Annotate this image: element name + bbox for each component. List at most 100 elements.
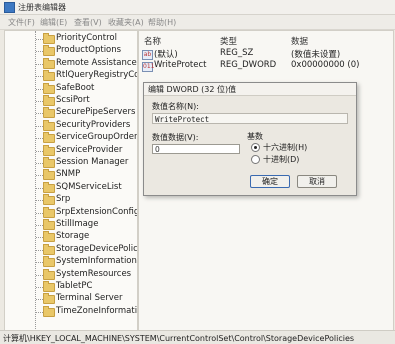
folder-icon <box>43 119 55 131</box>
tree-connector <box>36 113 43 115</box>
tree-item[interactable]: SystemInformation <box>5 256 137 268</box>
tree-connector <box>36 249 43 251</box>
folder-icon <box>43 231 55 243</box>
tree-item[interactable]: SecurityProviders <box>5 119 137 132</box>
tree-item-label: SafeBoot <box>56 82 95 93</box>
menu-favorites[interactable]: 收藏夹(A) <box>106 17 146 28</box>
menu-bar: 文件(F) 编辑(E) 查看(V) 收藏夹(A) 帮助(H) <box>0 15 395 30</box>
folder-icon <box>43 268 55 280</box>
menu-file[interactable]: 文件(F) <box>6 17 37 28</box>
dec-label[interactable]: 十进制(D) <box>263 154 299 165</box>
tree-item-label: SQMServiceList <box>56 181 122 192</box>
tree-item-label: Storage <box>56 231 90 242</box>
hex-label[interactable]: 十六进制(H) <box>263 142 307 153</box>
tree-item[interactable]: Session Manager <box>5 157 137 169</box>
folder-icon <box>43 95 55 106</box>
cancel-button[interactable]: 取消 <box>297 175 337 188</box>
tree-item-label: Terminal Server <box>56 293 123 304</box>
tree-item[interactable]: Terminal Server <box>5 293 137 305</box>
tree-item[interactable]: StorageDevicePolicie <box>5 243 138 256</box>
tree-item[interactable]: ScsiPort <box>5 95 137 107</box>
menu-help[interactable]: 帮助(H) <box>146 17 178 28</box>
tree-item[interactable]: SNMP <box>5 169 137 181</box>
tree-connector <box>36 287 43 288</box>
tree-item-label: ScsiPort <box>56 95 90 105</box>
dialog-titlebar: 编辑 DWORD (32 位)值 <box>144 83 356 96</box>
tree-item-label: SrpExtensionConfig <box>56 206 138 217</box>
dword-value-icon: 011 <box>142 62 155 72</box>
registry-path: 计算机\HKEY_LOCAL_MACHINE\SYSTEM\CurrentCon… <box>3 334 355 343</box>
tree-connector <box>36 187 43 189</box>
value-data: 0x00000000 (0) <box>291 60 360 70</box>
tree-item-label: StorageDevicePolicie <box>56 243 138 254</box>
window-titlebar: 注册表编辑器 <box>0 0 395 15</box>
hex-radio[interactable] <box>251 143 260 152</box>
column-header-type[interactable]: 类型 <box>220 35 237 47</box>
folder-icon <box>43 219 55 230</box>
value-type: REG_DWORD <box>220 60 277 70</box>
tree-connector <box>36 150 43 152</box>
value-row[interactable]: 011 WriteProtect REG_DWORD 0x00000000 (0… <box>139 60 393 72</box>
folder-icon <box>43 132 55 144</box>
tree-item[interactable]: SecurePipeServers <box>5 107 137 119</box>
folder-icon <box>43 243 55 255</box>
folder-icon <box>43 206 55 218</box>
value-data-label: 数值数据(V): <box>152 133 199 142</box>
tree-item[interactable]: TimeZoneInformatior <box>5 305 137 318</box>
folder-icon <box>43 281 55 292</box>
tree-item[interactable]: SQMServiceList <box>5 181 137 194</box>
tree-connector <box>36 125 43 127</box>
base-label: 基数 <box>247 132 263 141</box>
string-value-icon: ab <box>142 50 153 60</box>
tree-connector <box>36 101 43 102</box>
dialog-title: 编辑 DWORD (32 位)值 <box>148 85 237 94</box>
tree-connector <box>36 163 43 164</box>
tree-item-label: SecurePipeServers <box>56 107 136 118</box>
tree-item[interactable]: Remote Assistance <box>5 57 137 70</box>
folder-icon <box>43 107 55 119</box>
tree-connector <box>36 138 43 140</box>
tree-item-label: TabletPC <box>56 281 93 291</box>
tree-connector <box>36 237 43 239</box>
tree-item-label: SNMP <box>56 169 81 180</box>
folder-icon <box>43 70 55 82</box>
tree-connector <box>36 262 43 264</box>
tree-item[interactable]: SystemResources <box>5 268 137 281</box>
tree-item[interactable]: SrpExtensionConfig <box>5 206 138 219</box>
column-header-name[interactable]: 名称 <box>144 35 161 47</box>
tree-item[interactable]: Srp <box>5 194 137 206</box>
registry-tree[interactable]: PriorityControl ProductOptions Remote Assi… <box>4 30 138 332</box>
folder-icon <box>43 181 55 193</box>
tree-connector <box>36 63 43 65</box>
tree-item-label: PriorityControl <box>56 33 117 43</box>
tree-item[interactable]: Storage <box>5 231 137 243</box>
tree-item-label: SystemResources <box>56 268 132 279</box>
tree-item[interactable]: RtlQueryRegistryConf <box>5 70 137 82</box>
tree-item-label: StillImage <box>56 219 99 229</box>
tree-item[interactable]: ServiceGroupOrder <box>5 132 137 144</box>
column-header-data[interactable]: 数据 <box>291 35 308 47</box>
tree-item[interactable]: ServiceProvider <box>5 144 137 157</box>
dec-radio[interactable] <box>251 155 260 164</box>
value-name-label: 数值名称(N): <box>152 102 199 111</box>
tree-item[interactable]: StillImage <box>5 219 137 231</box>
tree-item[interactable]: TabletPC <box>5 281 137 293</box>
value-data-input[interactable]: 0 <box>152 144 240 154</box>
folder-icon <box>43 169 55 181</box>
tree-item[interactable]: SafeBoot <box>5 82 137 95</box>
base-group: 基数 十六进制(H) 十进制(D) <box>247 132 348 165</box>
value-data: (数值未设置) <box>291 50 341 60</box>
folder-icon <box>43 82 55 94</box>
ok-button[interactable]: 确定 <box>250 175 290 188</box>
tree-item-label: Srp <box>56 194 71 205</box>
tree-item-label: Session Manager <box>56 157 129 167</box>
menu-view[interactable]: 查看(V) <box>72 17 104 28</box>
value-name: WriteProtect <box>154 60 207 70</box>
value-name-field: WriteProtect <box>152 113 348 124</box>
menu-edit[interactable]: 编辑(E) <box>38 17 69 28</box>
value-row[interactable]: ab (默认) REG_SZ (数值未设置) <box>139 48 393 60</box>
tree-item[interactable]: PriorityControl <box>5 33 137 45</box>
tree-item-label: RtlQueryRegistryConf <box>56 70 137 81</box>
tree-item-label: SecurityProviders <box>56 119 131 130</box>
tree-item[interactable]: ProductOptions <box>5 45 137 57</box>
